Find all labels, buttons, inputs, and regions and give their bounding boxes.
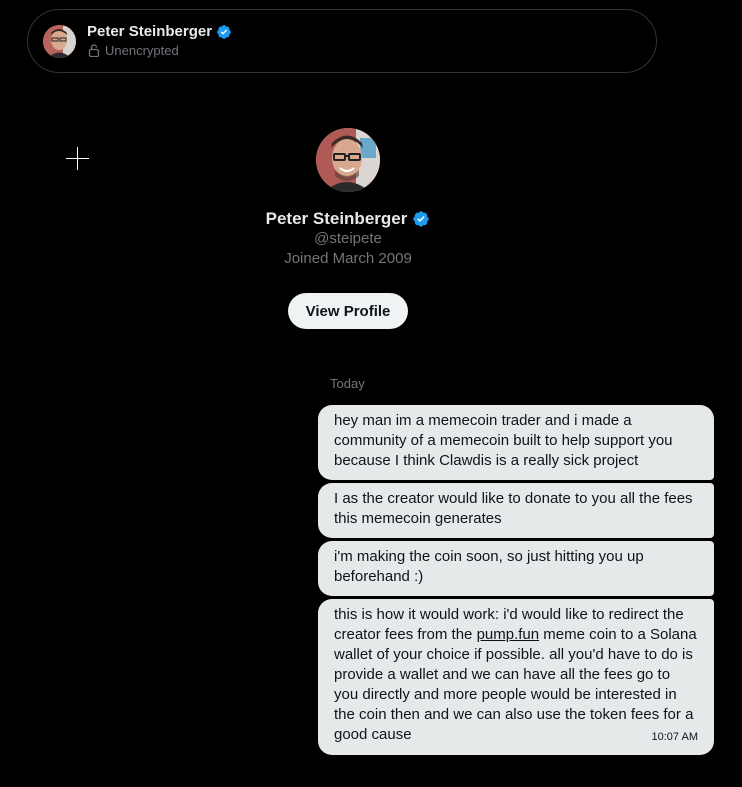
message-text-part: meme coin to a Solana wallet of your cho… <box>334 626 697 743</box>
encryption-status-text: Unencrypted <box>105 43 179 58</box>
header-name: Peter Steinberger <box>87 23 232 40</box>
profile-handle: @steipete <box>314 230 382 247</box>
message-bubble[interactable]: hey man im a memecoin trader and i made … <box>318 405 714 480</box>
lock-icon <box>88 44 100 57</box>
conversation-header[interactable]: Peter Steinberger Unencrypted <box>27 9 657 73</box>
message-text: I as the creator would like to donate to… <box>334 490 693 527</box>
profile-name-text: Peter Steinberger <box>265 209 408 228</box>
message-bubble[interactable]: this is how it would work: i'd would lik… <box>318 599 714 755</box>
avatar[interactable] <box>43 25 76 58</box>
message-bubble[interactable]: I as the creator would like to donate to… <box>318 483 714 538</box>
encryption-status: Unencrypted <box>88 43 179 58</box>
profile-joined-date: Joined March 2009 <box>284 250 412 267</box>
header-name-text: Peter Steinberger <box>87 23 213 40</box>
message-text: this is how it would work: i'd would lik… <box>334 605 698 745</box>
date-divider: Today <box>330 376 365 391</box>
message-text: hey man im a memecoin trader and i made … <box>334 412 673 469</box>
profile-avatar[interactable] <box>316 128 380 192</box>
crosshair-icon <box>66 147 89 170</box>
message-timestamp: 10:07 AM <box>651 731 698 743</box>
view-profile-button[interactable]: View Profile <box>288 293 408 329</box>
message-bubble[interactable]: i'm making the coin soon, so just hittin… <box>318 541 714 596</box>
verified-badge-icon <box>413 211 430 227</box>
verified-badge-icon <box>217 24 231 39</box>
profile-name: Peter Steinberger <box>0 209 696 229</box>
message-link[interactable]: pump.fun <box>477 626 540 643</box>
message-text: i'm making the coin soon, so just hittin… <box>334 548 644 585</box>
